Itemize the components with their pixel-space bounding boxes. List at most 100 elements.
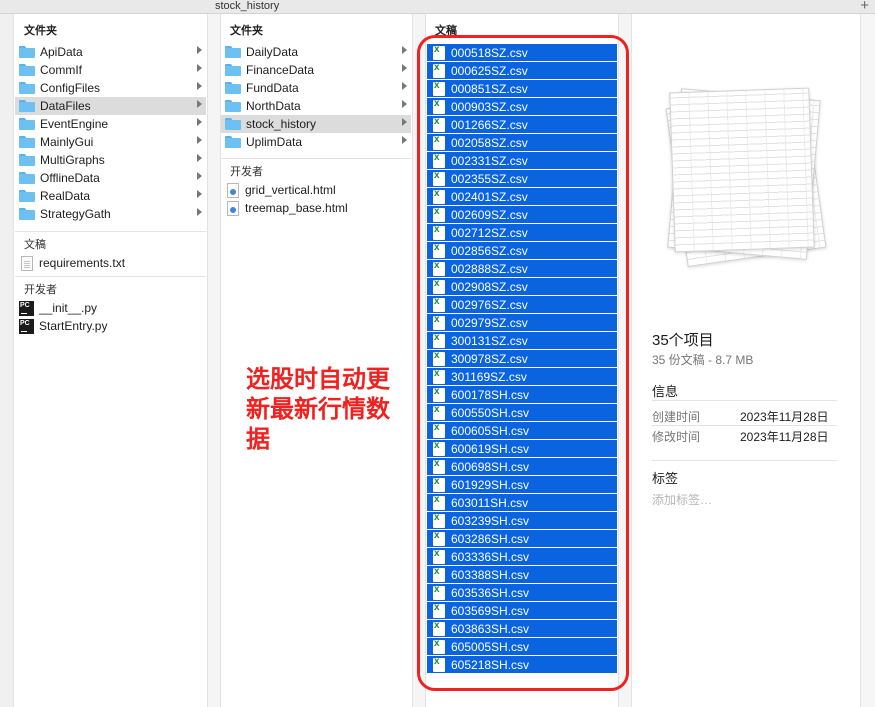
highlight-box (417, 35, 629, 691)
folder-item-configfiles[interactable]: ConfigFiles (15, 79, 206, 97)
html-file-icon (227, 200, 239, 216)
divider (652, 425, 837, 426)
column-datafiles: 文件夹 DailyData FinanceData FundData NorthDat… (221, 14, 413, 707)
item-count-title: 35个项目 (652, 332, 714, 349)
item-label: MainlyGui (40, 135, 94, 149)
column-project-root: 文件夹 ApiData CommIf ConfigFiles DataFiles Eve… (15, 14, 208, 707)
item-label: UplimData (246, 135, 303, 149)
folder-item-mainlygui[interactable]: MainlyGui (15, 133, 206, 151)
divider (15, 231, 206, 232)
created-value: 2023年11月28日 (740, 410, 829, 424)
html-file-item[interactable]: treemap_base.html (221, 199, 411, 217)
pycharm-icon: PC (19, 300, 34, 316)
pycharm-icon: PC (19, 318, 34, 334)
item-label: StrategyGath (40, 207, 111, 221)
folder-item-datafiles[interactable]: DataFiles (15, 97, 206, 115)
folder-icon (225, 100, 241, 112)
column-divider[interactable] (207, 14, 221, 707)
folder-icon (225, 82, 241, 94)
chevron-right-icon (197, 172, 202, 180)
item-label: treemap_base.html (245, 201, 348, 215)
file-preview-thumbnail (648, 70, 848, 270)
chevron-right-icon (197, 46, 202, 54)
developer-section-header: 开发者 (230, 166, 263, 178)
folder-item-financedata[interactable]: FinanceData (221, 61, 411, 79)
folder-item-multigraphs[interactable]: MultiGraphs (15, 151, 206, 169)
folder-icon (19, 46, 35, 58)
folder-item-uplimdata[interactable]: UplimData (221, 133, 411, 151)
chevron-right-icon (197, 100, 202, 108)
folder-icon (19, 136, 35, 148)
folder-icon (19, 100, 35, 112)
item-label: RealData (40, 189, 91, 203)
tags-section-header: 标签 (652, 471, 679, 486)
item-label: EventEngine (40, 117, 109, 131)
divider (15, 276, 206, 277)
created-label: 创建时间 (652, 410, 701, 424)
folder-item-stock_history[interactable]: stock_history (221, 115, 411, 133)
chevron-right-icon (402, 136, 407, 144)
folder-item-strategygath[interactable]: StrategyGath (15, 205, 206, 223)
chevron-right-icon (197, 82, 202, 90)
item-label: ConfigFiles (40, 81, 101, 95)
folder-item-offlinedata[interactable]: OfflineData (15, 169, 206, 187)
chevron-right-icon (197, 190, 202, 198)
folder-item-funddata[interactable]: FundData (221, 79, 411, 97)
folder-item-apidata[interactable]: ApiData (15, 43, 206, 61)
chevron-right-icon (197, 136, 202, 144)
item-label: stock_history (246, 117, 317, 131)
folder-icon (19, 118, 35, 130)
item-label: ApiData (40, 45, 83, 59)
folder-icon (19, 172, 35, 184)
folder-icon (19, 82, 35, 94)
window-titlebar: stock_history + (0, 0, 875, 14)
folder-icon (19, 208, 35, 220)
folder-item-realdata[interactable]: RealData (15, 187, 206, 205)
developer-section-header: 开发者 (24, 284, 57, 296)
documents-section-header: 文稿 (24, 239, 46, 251)
chevron-right-icon (197, 64, 202, 72)
chevron-right-icon (402, 100, 407, 108)
info-section-header: 信息 (652, 384, 679, 399)
window-title: stock_history (215, 0, 280, 12)
python-file-item[interactable]: PC __init__.py (15, 299, 206, 317)
chevron-right-icon (402, 64, 407, 72)
folder-item-northdata[interactable]: NorthData (221, 97, 411, 115)
item-label: FinanceData (246, 63, 315, 77)
chevron-right-icon (197, 154, 202, 162)
chevron-right-icon (402, 118, 407, 126)
add-tags-field[interactable]: 添加标签… (652, 491, 712, 508)
folder-icon (225, 46, 241, 58)
item-label: __init__.py (39, 301, 98, 315)
folder-icon (225, 136, 241, 148)
chevron-right-icon (402, 46, 407, 54)
folder-icon (19, 64, 35, 76)
item-label: DataFiles (40, 99, 91, 113)
item-label: FundData (246, 81, 299, 95)
item-count-summary: 35 份文稿 - 8.7 MB (652, 353, 754, 367)
item-label: requirements.txt (39, 256, 126, 270)
item-label: OfflineData (40, 171, 100, 185)
sidebar-edge (0, 14, 14, 707)
item-label: DailyData (246, 45, 299, 59)
file-item-requirements[interactable]: requirements.txt (15, 254, 206, 272)
python-file-item[interactable]: PC StartEntry.py (15, 317, 206, 335)
item-label: grid_vertical.html (245, 183, 336, 197)
folder-item-commif[interactable]: CommIf (15, 61, 206, 79)
divider (221, 158, 411, 159)
folder-item-eventengine[interactable]: EventEngine (15, 115, 206, 133)
folder-icon (225, 118, 241, 130)
folder-icon (19, 154, 35, 166)
html-file-item[interactable]: grid_vertical.html (221, 181, 411, 199)
add-tab-icon[interactable]: + (860, 0, 869, 14)
folder-item-dailydata[interactable]: DailyData (221, 43, 411, 61)
item-label: StartEntry.py (39, 319, 108, 333)
chevron-right-icon (402, 82, 407, 90)
divider (652, 460, 837, 461)
column-header-folders: 文件夹 (230, 25, 263, 37)
right-scroll-edge (860, 14, 875, 707)
modified-label: 修改时间 (652, 430, 701, 444)
text-file-icon (21, 255, 33, 271)
modified-value: 2023年11月28日 (740, 430, 829, 444)
html-file-icon (227, 182, 239, 198)
